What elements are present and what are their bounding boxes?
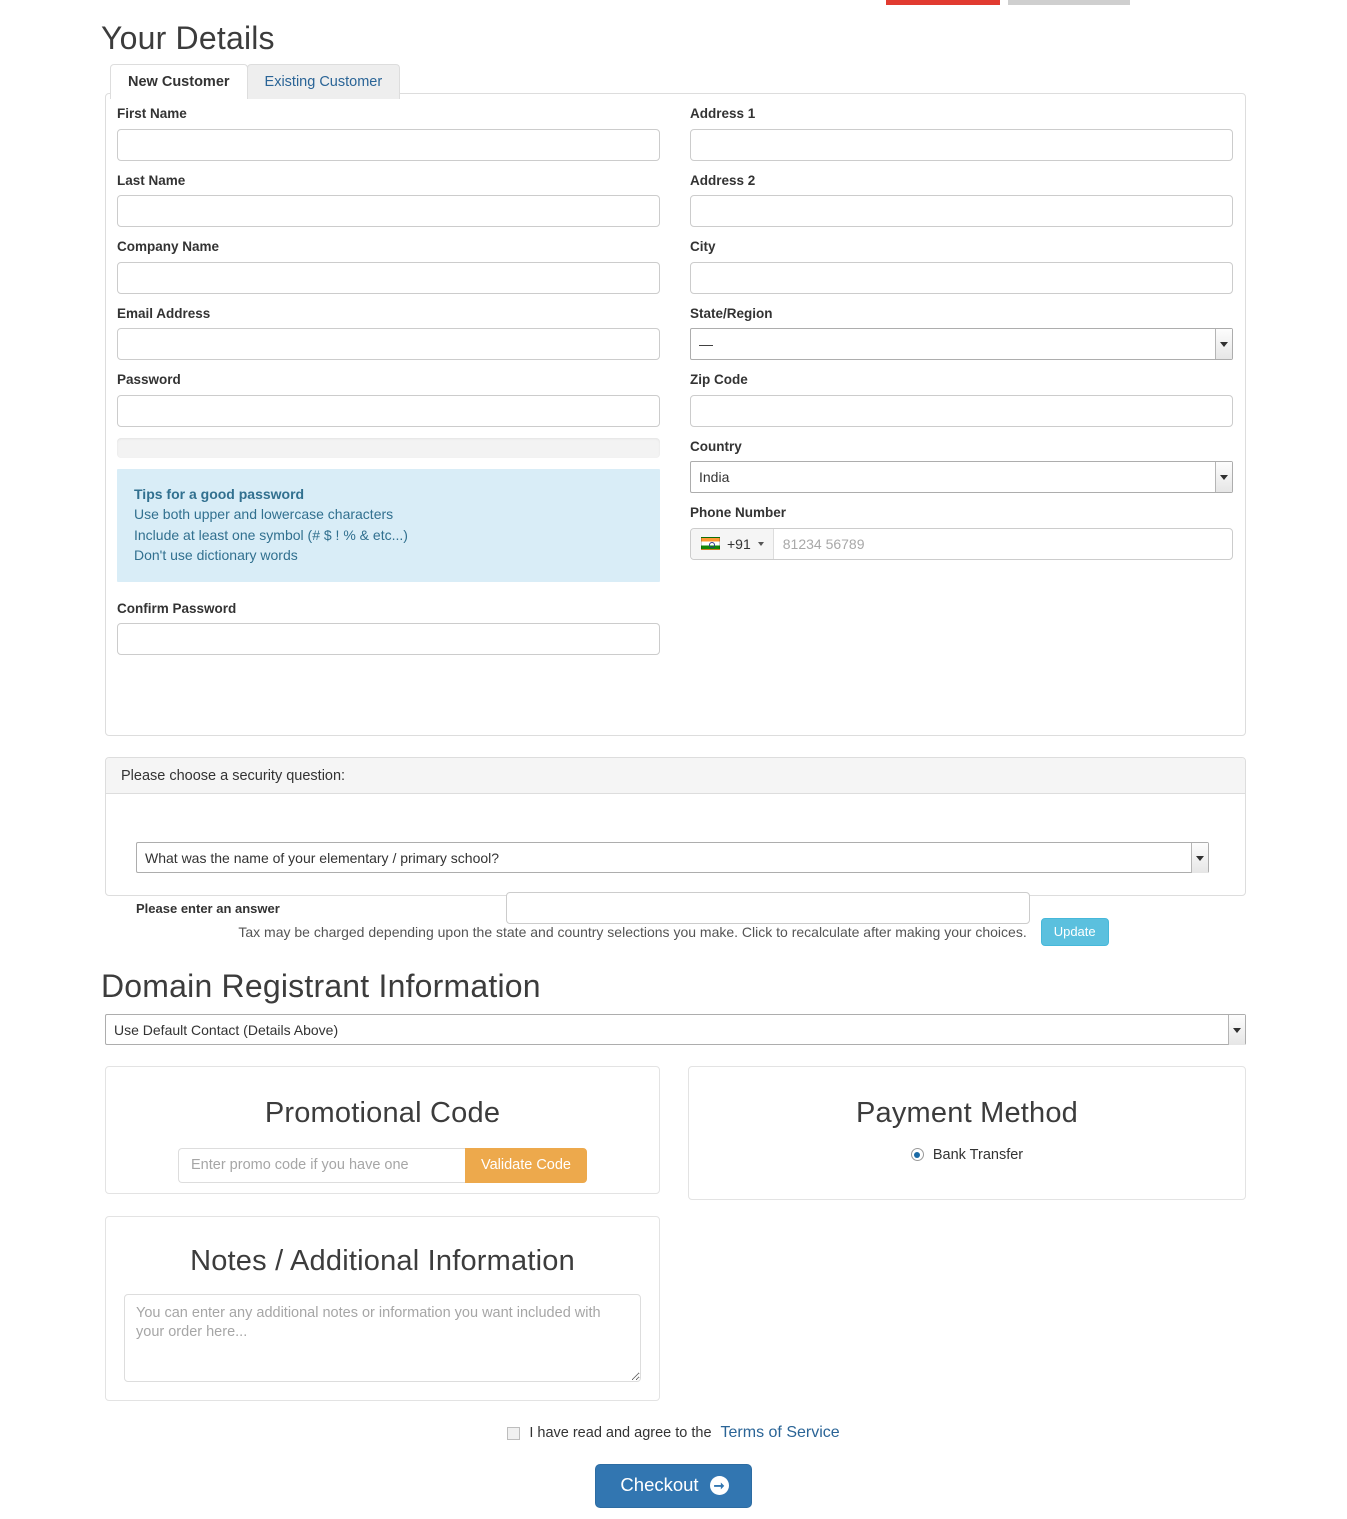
- email-label: Email Address: [117, 305, 211, 321]
- password-tip-3: Don't use dictionary words: [134, 547, 298, 564]
- field-group-password: Password: [117, 371, 662, 427]
- field-group-last-name: Last Name: [117, 172, 662, 228]
- address-2-label: Address 2: [690, 172, 756, 188]
- terms-checkbox[interactable]: [507, 1426, 521, 1440]
- state-region-select-wrap: —: [690, 328, 1233, 361]
- field-group-email: Email Address: [117, 305, 662, 361]
- registrant-contact-select-wrap: Use Default Contact (Details Above): [105, 1014, 1246, 1045]
- company-name-label: Company Name: [117, 239, 220, 255]
- country-dial-code-selector[interactable]: +91: [691, 528, 774, 559]
- promotional-code-title: Promotional Code: [264, 1097, 501, 1129]
- field-group-phone-number: Phone Number +91: [690, 504, 1235, 560]
- country-select-wrap: India: [690, 461, 1233, 494]
- checkout-button[interactable]: Checkout ➞: [595, 1464, 752, 1508]
- page-title: Your Details: [101, 20, 275, 56]
- security-answer-label: Please enter an answer: [136, 900, 280, 916]
- progress-step-inactive-bar: [1008, 0, 1130, 5]
- address-1-label: Address 1: [690, 106, 756, 121]
- last-name-label: Last Name: [117, 172, 186, 188]
- first-name-input[interactable]: [117, 128, 660, 161]
- company-name-input[interactable]: [117, 261, 660, 294]
- security-question-panel-body: What was the name of your elementary / p…: [106, 794, 1245, 924]
- security-question-panel-header: Please choose a security question:: [106, 758, 1245, 794]
- confirm-password-label: Confirm Password: [117, 600, 237, 616]
- arrow-right-circle-icon: ➞: [709, 1476, 729, 1495]
- field-group-address-1: Address 1: [690, 105, 1235, 161]
- tab-new-customer[interactable]: New Customer: [110, 64, 248, 100]
- tax-notice-text: Tax may be charged depending upon the st…: [238, 924, 1027, 940]
- password-tips-box: Tips for a good password Use both upper …: [117, 468, 660, 582]
- phone-number-input[interactable]: [773, 528, 1232, 559]
- payment-option-label: Bank Transfer: [932, 1146, 1024, 1163]
- address-2-input[interactable]: [690, 195, 1233, 228]
- security-question-select[interactable]: What was the name of your elementary / p…: [136, 842, 1209, 873]
- tab-new-customer-label: New Customer: [128, 74, 230, 90]
- zip-code-label: Zip Code: [690, 372, 748, 388]
- password-tip-2: Include at least one symbol (# $ ! % & e…: [134, 526, 408, 543]
- checkout-row: Checkout ➞: [0, 1464, 1347, 1508]
- field-group-company-name: Company Name: [117, 238, 662, 294]
- tab-existing-customer[interactable]: Existing Customer: [246, 64, 401, 100]
- field-group-first-name: First Name: [117, 105, 662, 161]
- country-label: Country: [690, 438, 742, 454]
- address-1-input[interactable]: [690, 128, 1233, 161]
- state-region-select[interactable]: —: [690, 328, 1233, 361]
- tax-notice-row: Tax may be charged depending upon the st…: [0, 918, 1347, 946]
- security-question-panel-title: Please choose a security question:: [121, 767, 346, 784]
- terms-of-service-link[interactable]: Terms of Service: [721, 1424, 840, 1442]
- progress-step-active-bar: [886, 0, 1000, 5]
- tab-existing-customer-label: Existing Customer: [264, 74, 383, 90]
- field-group-address-2: Address 2: [690, 172, 1235, 228]
- details-left-column: First Name Last Name Company Name Email …: [117, 105, 662, 666]
- notes-textarea[interactable]: [124, 1293, 641, 1382]
- field-group-state-region: State/Region —: [690, 305, 1235, 361]
- payment-method-title: Payment Method: [855, 1097, 1079, 1129]
- notes-card: Notes / Additional Information: [105, 1216, 660, 1401]
- field-group-country: Country India: [690, 438, 1235, 494]
- zip-code-input[interactable]: [690, 394, 1233, 427]
- password-tip-1: Use both upper and lowercase characters: [134, 506, 394, 523]
- notes-title: Notes / Additional Information: [190, 1245, 575, 1277]
- last-name-input[interactable]: [117, 195, 660, 228]
- phone-number-label: Phone Number: [690, 505, 787, 521]
- india-flag-icon: [701, 537, 720, 551]
- country-select[interactable]: India: [690, 461, 1233, 494]
- promo-code-input[interactable]: [177, 1147, 465, 1183]
- security-question-panel: Please choose a security question: What …: [105, 757, 1246, 924]
- radio-bank-transfer[interactable]: [910, 1148, 924, 1162]
- registrant-section-title: Domain Registrant Information: [101, 968, 541, 1004]
- details-right-column: Address 1 Address 2 City State/Region —: [690, 105, 1235, 571]
- customer-type-tabs: New Customer Existing Customer: [110, 64, 401, 100]
- update-button[interactable]: Update: [1040, 918, 1109, 946]
- terms-text: I have read and agree to the: [529, 1425, 712, 1441]
- password-label: Password: [117, 372, 181, 388]
- city-label: City: [690, 239, 716, 255]
- state-region-label: State/Region: [690, 305, 773, 321]
- password-strength-meter: [117, 437, 660, 458]
- security-question-select-wrap: What was the name of your elementary / p…: [136, 842, 1209, 873]
- payment-method-card: Payment Method Bank Transfer: [688, 1066, 1246, 1200]
- dial-code-label: +91: [727, 535, 751, 552]
- terms-agreement-row: I have read and agree to the Terms of Se…: [0, 1424, 1347, 1442]
- promotional-code-card: Promotional Code Validate Code: [105, 1066, 660, 1194]
- phone-input-group: +91: [690, 527, 1233, 560]
- password-tips-title: Tips for a good password: [134, 485, 305, 502]
- promo-input-group: Validate Code: [106, 1147, 659, 1183]
- first-name-label: First Name: [117, 106, 187, 121]
- confirm-password-input[interactable]: [117, 623, 660, 656]
- checkout-page: Your Details New Customer Existing Custo…: [0, 0, 1347, 1519]
- email-input[interactable]: [117, 328, 660, 361]
- chevron-down-icon: [757, 541, 764, 546]
- checkout-button-label: Checkout: [620, 1474, 699, 1496]
- field-group-city: City: [690, 238, 1235, 294]
- field-group-confirm-password: Confirm Password: [117, 600, 662, 656]
- your-details-panel: First Name Last Name Company Name Email …: [105, 93, 1246, 736]
- city-input[interactable]: [690, 261, 1233, 294]
- password-input[interactable]: [117, 394, 660, 427]
- registrant-contact-select[interactable]: Use Default Contact (Details Above): [105, 1014, 1246, 1045]
- payment-option-bank-transfer[interactable]: Bank Transfer: [689, 1147, 1245, 1163]
- field-group-zip-code: Zip Code: [690, 371, 1235, 427]
- progress-indicator-strip: [0, 0, 1347, 12]
- validate-code-button[interactable]: Validate Code: [464, 1147, 588, 1183]
